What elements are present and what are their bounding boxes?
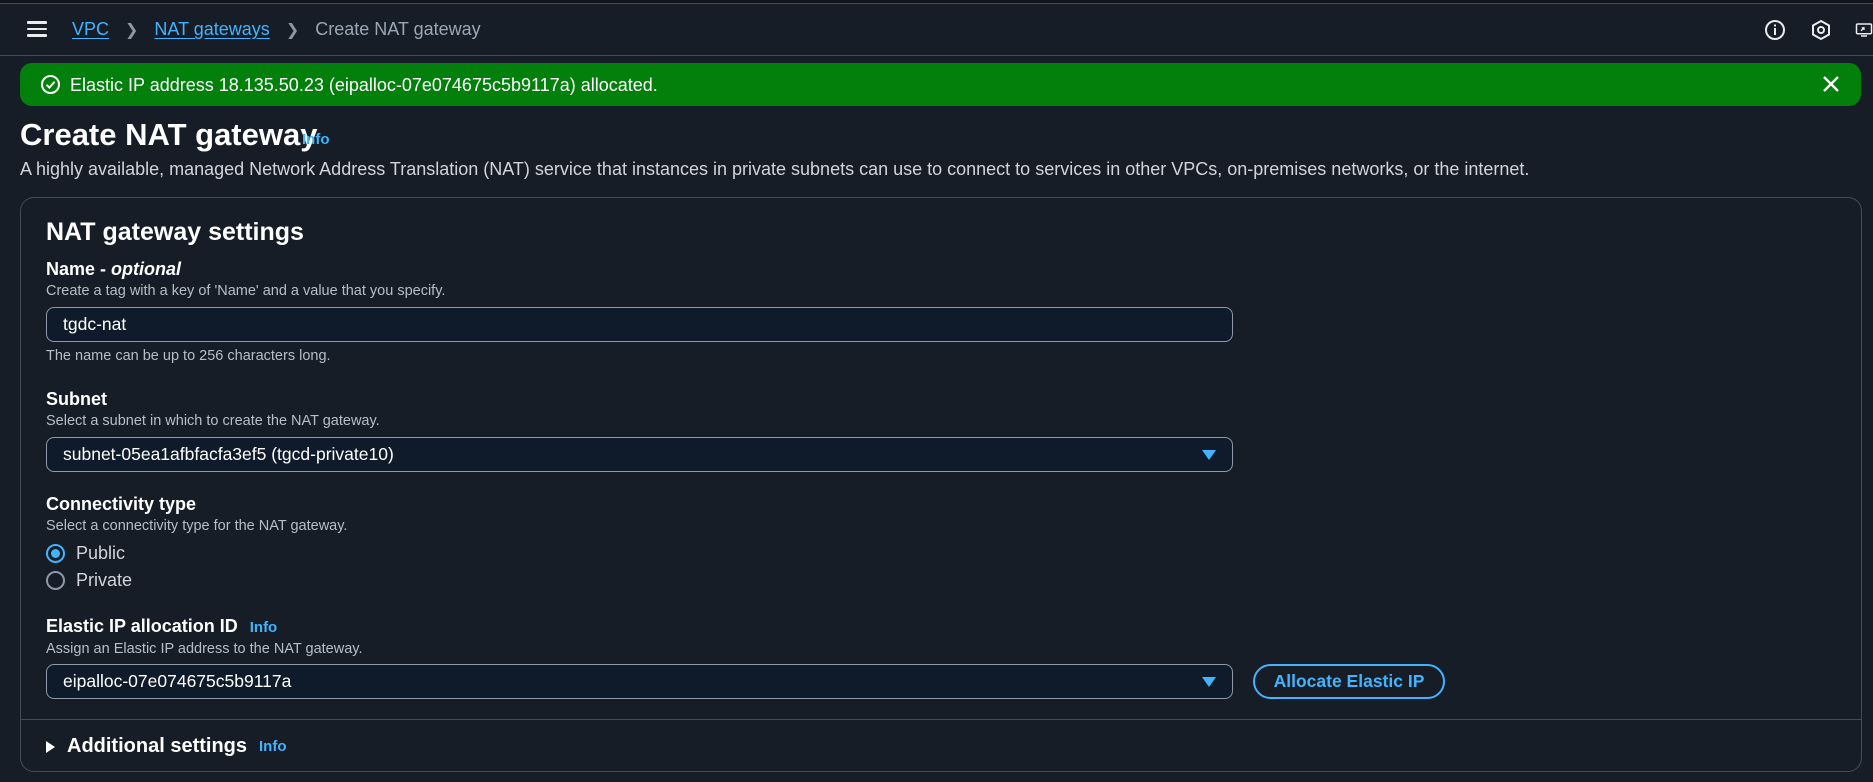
breadcrumb: VPC ❯ NAT gateways ❯ Create NAT gateway <box>72 19 481 40</box>
additional-settings-expander[interactable]: Additional settings Info <box>46 735 287 758</box>
hamburger-menu-icon[interactable] <box>27 21 47 37</box>
subnet-selected-value: subnet-05ea1afbfacfa3ef5 (tgcd-private10… <box>63 444 394 464</box>
eip-info-link[interactable]: Info <box>250 619 278 636</box>
name-constraint-text: The name can be up to 256 characters lon… <box>46 348 331 364</box>
hexagon-settings-icon[interactable] <box>1809 18 1833 42</box>
additional-settings-info-link[interactable]: Info <box>259 738 287 755</box>
radio-private-label: Private <box>76 570 133 590</box>
name-label: Name - optional <box>46 259 182 279</box>
allocate-elastic-ip-button[interactable]: Allocate Elastic IP <box>1253 664 1445 699</box>
flash-message: Elastic IP address 18.135.50.23 (eipallo… <box>70 75 658 95</box>
divider <box>21 719 1861 720</box>
panel-title: NAT gateway settings <box>46 218 304 246</box>
radio-public-label: Public <box>76 543 126 563</box>
page-info-link[interactable]: Info <box>302 131 330 148</box>
connectivity-type-label: Connectivity type <box>46 494 197 514</box>
chevron-right-icon: ❯ <box>285 21 300 39</box>
subnet-select[interactable]: subnet-05ea1afbfacfa3ef5 (tgcd-private10… <box>46 437 1233 472</box>
name-input[interactable]: tgdc-nat <box>46 307 1233 342</box>
subnet-description: Select a subnet in which to create the N… <box>46 413 380 429</box>
eip-allocation-label: Elastic IP allocation ID Info <box>46 616 278 636</box>
chevron-right-icon: ❯ <box>125 21 139 39</box>
eip-allocation-select[interactable]: eipalloc-07e074675c5b9117a <box>46 664 1233 699</box>
eip-description: Assign an Elastic IP address to the NAT … <box>46 641 363 657</box>
success-flash-banner: Elastic IP address 18.135.50.23 (eipallo… <box>20 63 1861 106</box>
caret-right-icon <box>46 740 55 753</box>
top-icon-group <box>1741 18 1873 42</box>
page-title: Create NAT gateway <box>20 117 318 152</box>
radio-selected-icon[interactable] <box>46 544 65 563</box>
page-description: A highly available, managed Network Addr… <box>20 159 1530 179</box>
top-navigation-bar: VPC ❯ NAT gateways ❯ Create NAT gateway <box>0 4 1873 56</box>
subnet-label: Subnet <box>46 389 107 409</box>
breadcrumb-vpc-link[interactable]: VPC <box>72 19 109 40</box>
info-circle-icon[interactable] <box>1763 18 1787 42</box>
check-circle-icon <box>41 75 60 94</box>
display-share-icon[interactable] <box>1855 18 1873 42</box>
caret-down-icon <box>1202 677 1216 687</box>
connectivity-type-description: Select a connectivity type for the NAT g… <box>46 518 348 534</box>
breadcrumb-nat-gateways-link[interactable]: NAT gateways <box>154 19 269 40</box>
close-icon[interactable] <box>1821 74 1841 94</box>
breadcrumb-current: Create NAT gateway <box>315 19 481 39</box>
additional-settings-label: Additional settings <box>67 735 247 757</box>
eip-selected-value: eipalloc-07e074675c5b9117a <box>63 671 292 691</box>
caret-down-icon <box>1202 450 1216 460</box>
radio-private[interactable]: Private <box>46 570 132 591</box>
nat-gateway-settings-panel: NAT gateway settings Name - optional Cre… <box>20 197 1862 772</box>
radio-unselected-icon[interactable] <box>46 571 65 590</box>
optional-tag: optional <box>111 259 182 279</box>
radio-public[interactable]: Public <box>46 543 125 564</box>
name-description: Create a tag with a key of 'Name' and a … <box>46 283 446 299</box>
